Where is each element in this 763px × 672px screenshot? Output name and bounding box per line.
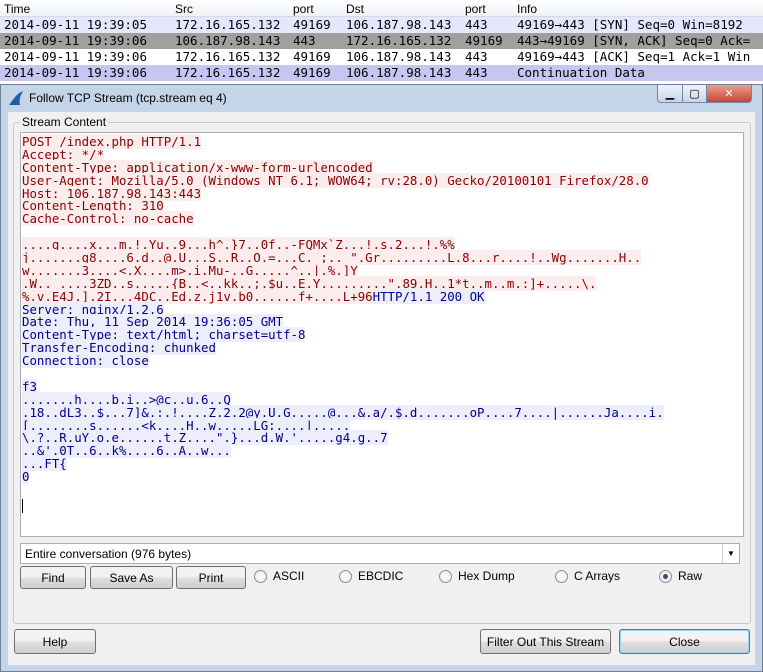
stream-line: ..&'.0T..6..k%....6..A..w... (21, 443, 743, 459)
stream-text-area[interactable]: POST /index.php HTTP/1.1 Accept: */* Conte… (20, 132, 744, 537)
radio-hex-dump-indicator (439, 569, 452, 583)
cell-time: 2014-09-11 19:39:06 (4, 65, 147, 80)
col-srcport-header[interactable]: port (293, 2, 314, 16)
packet-list: Time Src port Dst port Info 2014-09-11 1… (0, 0, 763, 82)
minimize-button[interactable]: ▁ (657, 85, 683, 103)
radio-hex-dump-label: Hex Dump (458, 569, 515, 583)
find-button-label: Find (41, 570, 65, 585)
conversation-select[interactable]: Entire conversation (976 bytes) ▼ (20, 543, 740, 564)
dialog-client-area: Stream Content POST /index.php HTTP/1.1 A… (8, 112, 755, 665)
cell-dst: 172.16.165.132 (346, 33, 452, 48)
cell-dport: 443 (465, 17, 488, 32)
stream-line (21, 368, 743, 381)
radio-c-arrays[interactable]: C Arrays (555, 566, 620, 586)
radio-ebcdic[interactable]: EBCDIC (339, 566, 403, 586)
cell-time: 2014-09-11 19:39:05 (4, 17, 147, 32)
window-close-button[interactable]: ✕ (706, 85, 752, 103)
stream-content-group: Stream Content POST /index.php HTTP/1.1 A… (13, 115, 751, 624)
col-src-header[interactable]: Src (175, 2, 193, 16)
maximize-icon: ▢ (689, 88, 700, 100)
wireshark-fin-icon (7, 90, 25, 106)
help-button[interactable]: Help (14, 629, 96, 654)
follow-tcp-stream-dialog: Follow TCP Stream (tcp.stream eq 4) ▁ ▢ … (0, 84, 763, 672)
packet-row[interactable]: 2014-09-11 19:39:06 172.16.165.132 49169… (0, 49, 763, 65)
server-data: 0 (22, 469, 30, 485)
filter-out-stream-button-label: Filter Out This Stream (486, 634, 605, 649)
radio-ebcdic-indicator (339, 569, 352, 583)
cell-sport: 49169 (293, 65, 331, 80)
filter-out-stream-button[interactable]: Filter Out This Stream (480, 629, 611, 654)
radio-c-arrays-label: C Arrays (574, 569, 621, 583)
cell-time: 2014-09-11 19:39:06 (4, 49, 147, 64)
cell-info: 443→49169 [SYN, ACK] Seq=0 Ack= (517, 33, 751, 48)
stream-line: Connection: close (21, 353, 743, 369)
radio-raw-indicator (659, 569, 672, 583)
server-data: Connection: close (22, 353, 149, 369)
cell-dst: 106.187.98.143 (346, 49, 452, 64)
col-info-header[interactable]: Info (517, 2, 537, 16)
col-dstport-header[interactable]: port (465, 2, 486, 16)
radio-c-arrays-indicator (555, 569, 568, 583)
close-icon: ✕ (724, 88, 734, 100)
cell-src: 172.16.165.132 (175, 49, 281, 64)
save-as-button-label: Save As (109, 570, 154, 585)
close-button[interactable]: Close (619, 629, 750, 654)
server-data: HTTP/1.1 200 OK (372, 288, 485, 304)
dialog-titlebar[interactable]: Follow TCP Stream (tcp.stream eq 4) ▁ ▢ … (1, 85, 762, 111)
radio-ascii-label: ASCII (273, 569, 305, 583)
cell-sport: 49169 (293, 17, 331, 32)
help-button-label: Help (42, 634, 68, 649)
print-button-label: Print (198, 570, 224, 585)
stream-content-label: Stream Content (20, 115, 109, 129)
col-dst-header[interactable]: Dst (346, 2, 364, 16)
minimize-icon: ▁ (665, 88, 675, 100)
close-button-label: Close (669, 634, 700, 649)
cell-dport: 443 (465, 65, 488, 80)
cell-sport: 443 (293, 33, 316, 48)
save-as-button[interactable]: Save As (90, 566, 173, 589)
chevron-down-icon[interactable]: ▼ (722, 544, 739, 563)
cell-info: 49169→443 [SYN] Seq=0 Win=8192 (517, 17, 743, 32)
col-time-header[interactable]: Time (4, 2, 30, 16)
maximize-button[interactable]: ▢ (682, 85, 707, 103)
text-cursor (22, 499, 23, 513)
stream-line: POST /index.php HTTP/1.1 (21, 134, 743, 149)
radio-ascii[interactable]: ASCII (254, 566, 304, 586)
stream-line: ...FT{ (21, 456, 743, 472)
radio-raw-label: Raw (678, 569, 703, 583)
cell-info: 49169→443 [ACK] Seq=1 Ack=1 Win (517, 49, 751, 64)
packet-list-header: Time Src port Dst port Info (0, 0, 763, 17)
cell-src: 172.16.165.132 (175, 17, 281, 32)
dialog-title: Follow TCP Stream (tcp.stream eq 4) (29, 91, 227, 105)
radio-hex-dump[interactable]: Hex Dump (439, 566, 515, 586)
radio-raw[interactable]: Raw (659, 566, 702, 586)
print-button[interactable]: Print (176, 566, 246, 589)
cell-dport: 443 (465, 49, 488, 64)
cell-sport: 49169 (293, 49, 331, 64)
cell-time: 2014-09-11 19:39:06 (4, 33, 147, 48)
stream-line: Cache-Control: no-cache (21, 211, 743, 227)
client-data: Cache-Control: no-cache (22, 211, 194, 227)
packet-row[interactable]: 2014-09-11 19:39:05 172.16.165.132 49169… (0, 17, 763, 33)
packet-row[interactable]: 2014-09-11 19:39:06 172.16.165.132 49169… (0, 65, 763, 81)
cell-dport: 49169 (465, 33, 503, 48)
packet-row[interactable]: 2014-09-11 19:39:06 106.187.98.143 443 1… (0, 33, 763, 49)
cell-src: 172.16.165.132 (175, 65, 281, 80)
find-button[interactable]: Find (20, 566, 86, 589)
radio-ascii-indicator (254, 569, 267, 583)
conversation-select-value: Entire conversation (976 bytes) (25, 547, 192, 561)
cell-src: 106.187.98.143 (175, 33, 281, 48)
cell-dst: 106.187.98.143 (346, 17, 452, 32)
cell-info: Continuation Data (517, 65, 645, 80)
stream-line: 0 (21, 469, 743, 485)
cell-dst: 106.187.98.143 (346, 65, 452, 80)
radio-ebcdic-label: EBCDIC (358, 569, 404, 583)
